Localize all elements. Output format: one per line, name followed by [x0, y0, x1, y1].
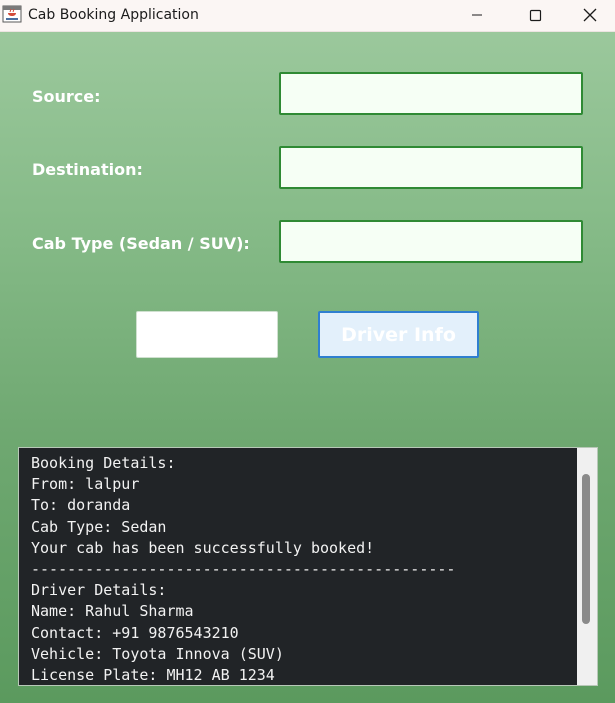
main-panel: Source: Destination: Cab Type (Sedan / S…	[0, 32, 615, 703]
source-label: Source:	[32, 87, 101, 106]
cab-type-input[interactable]	[279, 220, 583, 263]
driver-info-button[interactable]: Driver Info	[318, 311, 479, 358]
booking-output-text: Booking Details: From: lalpur To: dorand…	[31, 453, 571, 685]
minimize-button[interactable]	[448, 0, 506, 30]
maximize-icon	[529, 9, 542, 22]
output-line: Contact: +91 9876543210	[31, 623, 239, 642]
destination-label: Destination:	[32, 160, 143, 179]
java-app-icon	[2, 4, 22, 24]
output-line: Vehicle: Toyota Innova (SUV)	[31, 644, 284, 663]
window-title: Cab Booking Application	[28, 7, 199, 23]
booking-output-area[interactable]: Booking Details: From: lalpur To: dorand…	[18, 447, 598, 686]
close-icon	[583, 8, 597, 22]
output-line: From: lalpur	[31, 475, 140, 494]
close-button[interactable]	[564, 0, 615, 30]
destination-input[interactable]	[279, 146, 583, 189]
minimize-icon	[471, 9, 483, 21]
title-bar: Cab Booking Application	[0, 0, 615, 32]
output-line: ----------------------------------------…	[31, 560, 456, 579]
output-line: Cab Type: Sedan	[31, 517, 167, 536]
output-line: Booking Details:	[31, 454, 176, 472]
output-line: Driver Details:	[31, 581, 167, 600]
cab-type-label: Cab Type (Sedan / SUV):	[32, 234, 250, 253]
output-line: To: doranda	[31, 496, 131, 515]
maximize-button[interactable]	[506, 0, 564, 30]
vertical-scrollbar[interactable]	[577, 448, 597, 685]
scrollbar-thumb[interactable]	[582, 474, 590, 624]
output-line: Your cab has been successfully booked!	[31, 538, 375, 557]
output-line: License Plate: MH12 AB 1234	[31, 666, 275, 685]
source-input[interactable]	[279, 72, 583, 115]
book-cab-button[interactable]: Book Cab	[136, 311, 278, 358]
output-line: Name: Rahul Sharma	[31, 602, 194, 621]
